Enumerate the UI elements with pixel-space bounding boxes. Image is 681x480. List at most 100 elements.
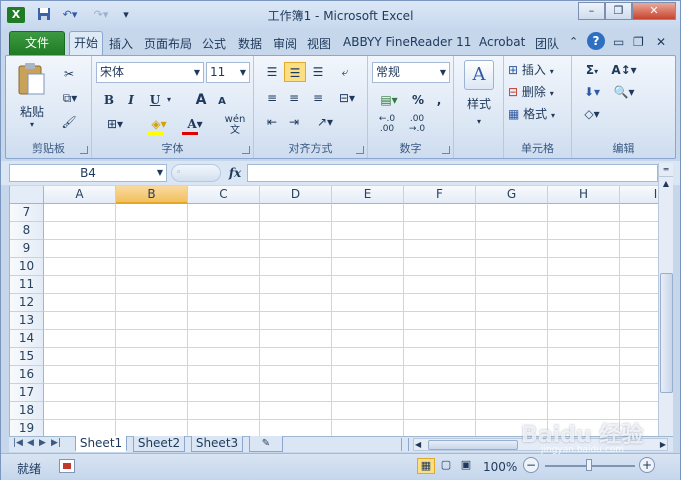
sheet-tab-2[interactable]: Sheet2: [133, 436, 185, 452]
row-header[interactable]: 19: [10, 420, 44, 436]
tab-view[interactable]: 视图: [307, 35, 331, 52]
comma-button[interactable]: ,: [432, 90, 446, 110]
wrap-text-icon[interactable]: ⤶: [334, 62, 356, 82]
number-launcher-icon[interactable]: [442, 146, 450, 154]
normal-view-icon[interactable]: ▦: [417, 458, 435, 474]
next-sheet-icon[interactable]: ▶: [39, 438, 46, 448]
row-header[interactable]: 18: [10, 402, 44, 420]
name-box[interactable]: B4 ▼: [9, 164, 167, 182]
tab-home[interactable]: 开始: [69, 31, 103, 56]
row-header[interactable]: 15: [10, 348, 44, 366]
percent-button[interactable]: %: [410, 90, 426, 110]
align-left-icon[interactable]: ≡: [262, 88, 282, 108]
styles-dropdown-icon[interactable]: ▾: [458, 112, 500, 132]
merge-center-icon[interactable]: ⊟▾: [332, 88, 362, 108]
macro-record-icon[interactable]: [59, 459, 75, 473]
fill-icon[interactable]: ⬇▾: [578, 82, 606, 102]
sheet-tab-1[interactable]: Sheet1: [75, 436, 127, 452]
column-header[interactable]: G: [476, 186, 548, 204]
minimize-button[interactable]: –: [578, 2, 605, 20]
row-header[interactable]: 13: [10, 312, 44, 330]
zoom-level[interactable]: 100%: [483, 460, 517, 474]
column-header[interactable]: C: [188, 186, 260, 204]
find-select-icon[interactable]: 🔍▾: [610, 82, 638, 102]
tab-abbyy[interactable]: ABBYY FineReader 11: [343, 35, 471, 49]
column-header[interactable]: H: [548, 186, 620, 204]
workbook-minimize-icon[interactable]: ▭: [613, 35, 624, 49]
workbook-close-icon[interactable]: ✕: [656, 35, 666, 49]
tab-formulas[interactable]: 公式: [202, 35, 226, 52]
column-header[interactable]: A: [44, 186, 116, 204]
minimize-ribbon-icon[interactable]: ⌃: [569, 35, 578, 48]
row-header[interactable]: 16: [10, 366, 44, 384]
font-launcher-icon[interactable]: [242, 146, 250, 154]
workbook-restore-icon[interactable]: ❐: [633, 35, 644, 49]
clipboard-launcher-icon[interactable]: [80, 146, 88, 154]
increase-indent-icon[interactable]: ⇥: [284, 112, 304, 132]
bold-button[interactable]: B: [100, 90, 118, 110]
row-header[interactable]: 17: [10, 384, 44, 402]
styles-button[interactable]: 样式: [458, 94, 500, 114]
scroll-right-icon[interactable]: ▶: [660, 439, 666, 451]
row-header[interactable]: 11: [10, 276, 44, 294]
row-header[interactable]: 8: [10, 222, 44, 240]
row-header[interactable]: 7: [10, 204, 44, 222]
restore-button[interactable]: ❐: [605, 2, 632, 20]
grow-font-button[interactable]: A: [192, 90, 210, 110]
clear-icon[interactable]: ◇▾: [578, 104, 606, 124]
font-size-select[interactable]: 11 ▼: [206, 62, 250, 83]
paste-button[interactable]: 粘贴 ▾: [16, 62, 48, 129]
scroll-left-icon[interactable]: ◀: [415, 439, 421, 451]
page-layout-view-icon[interactable]: ▢: [437, 458, 455, 474]
paste-dropdown-icon[interactable]: ▾: [16, 120, 48, 129]
insert-function-button[interactable]: fx: [225, 164, 245, 182]
number-format-select[interactable]: 常规 ▼: [372, 62, 450, 83]
scroll-up-icon[interactable]: ▲: [659, 177, 673, 191]
vertical-scrollbar[interactable]: ═ ▲: [658, 163, 673, 436]
scissors-icon[interactable]: ✂: [58, 64, 80, 84]
row-header[interactable]: 12: [10, 294, 44, 312]
fill-color-icon[interactable]: ◈▾: [144, 114, 174, 134]
align-bottom-icon[interactable]: ☰: [308, 62, 328, 82]
tab-acrobat[interactable]: Acrobat: [479, 35, 525, 49]
phonetic-button[interactable]: wén 文: [220, 114, 250, 136]
cell-styles-icon[interactable]: A: [464, 60, 494, 90]
zoom-out-button[interactable]: −: [523, 457, 539, 473]
orientation-icon[interactable]: ↗▾: [310, 112, 340, 132]
decrease-decimal-button[interactable]: .00 →.0: [404, 114, 430, 134]
insert-cells-button[interactable]: ⊞ 插入 ▾: [508, 60, 568, 80]
column-header[interactable]: D: [260, 186, 332, 204]
align-middle-icon[interactable]: ☰: [284, 62, 306, 82]
tab-team[interactable]: 团队: [535, 35, 559, 52]
decrease-indent-icon[interactable]: ⇤: [262, 112, 282, 132]
column-header[interactable]: E: [332, 186, 404, 204]
row-header[interactable]: 9: [10, 240, 44, 258]
border-icon[interactable]: ⊞▾: [100, 114, 130, 134]
tab-page-layout[interactable]: 页面布局: [144, 35, 192, 52]
sheet-tab-3[interactable]: Sheet3: [191, 436, 243, 452]
tab-data[interactable]: 数据: [238, 35, 262, 52]
prev-sheet-icon[interactable]: ◀: [27, 438, 34, 448]
align-top-icon[interactable]: ☰: [262, 62, 282, 82]
zoom-in-button[interactable]: +: [639, 457, 655, 473]
font-name-select[interactable]: 宋体 ▼: [96, 62, 204, 83]
horizontal-scrollbar[interactable]: ◀ ▶: [413, 438, 668, 451]
worksheet-grid[interactable]: ABCDEFGHI 7 8 9 10 11 12 13 14 15 16 17 18 19: [9, 186, 659, 436]
autosum-button[interactable]: Σ▾: [578, 60, 606, 80]
new-sheet-icon[interactable]: ✎: [249, 436, 283, 452]
column-header[interactable]: B: [116, 186, 188, 204]
delete-cells-button[interactable]: ⊟ 删除 ▾: [508, 82, 568, 102]
align-center-icon[interactable]: ≡: [284, 88, 304, 108]
copy-icon[interactable]: ⧉▾: [56, 88, 84, 108]
zoom-slider-thumb[interactable]: [586, 459, 592, 471]
tab-review[interactable]: 审阅: [273, 35, 297, 52]
row-header[interactable]: 14: [10, 330, 44, 348]
select-all-corner[interactable]: [10, 186, 44, 204]
underline-dropdown-icon[interactable]: ▾: [164, 90, 174, 110]
format-cells-button[interactable]: ▦ 格式 ▾: [508, 104, 568, 124]
increase-decimal-button[interactable]: ←.0 .00: [374, 114, 400, 134]
column-header[interactable]: F: [404, 186, 476, 204]
last-sheet-icon[interactable]: ▶|: [51, 438, 61, 448]
help-icon[interactable]: ?: [587, 32, 605, 50]
vertical-scroll-thumb[interactable]: [660, 273, 673, 393]
